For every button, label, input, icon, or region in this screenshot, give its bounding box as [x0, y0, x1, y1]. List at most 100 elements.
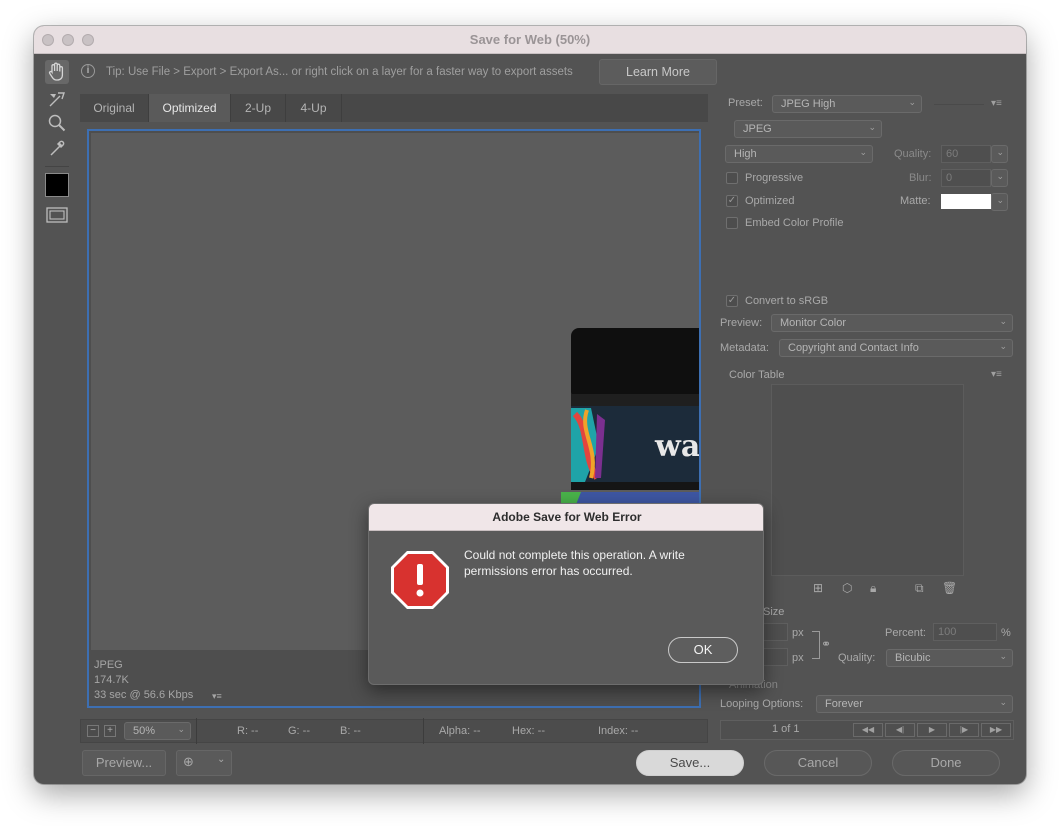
index-value: Index: --: [598, 725, 639, 737]
chevron-down-icon: ⌄: [868, 122, 876, 132]
blue-value: B: --: [340, 725, 361, 737]
first-frame-button[interactable]: ◀◀: [853, 723, 883, 737]
map-selected-colors-icon[interactable]: ⊞: [813, 581, 823, 595]
constrain-bracket: [812, 631, 820, 659]
metadata-label: Metadata:: [720, 342, 769, 354]
zoom-out-button[interactable]: −: [87, 725, 99, 737]
cancel-button[interactable]: Cancel: [764, 750, 872, 776]
trash-icon[interactable]: 🗑︎: [942, 581, 957, 595]
format-select[interactable]: JPEG ⌄: [734, 120, 882, 138]
download-speed-menu-icon[interactable]: ▾≡: [212, 691, 226, 701]
browser-select[interactable]: ⊕ ⌄: [176, 750, 232, 776]
dialog-message: Could not complete this operation. A wri…: [464, 548, 685, 578]
optimize-menu-icon[interactable]: ▾≡: [991, 98, 1002, 109]
tab-original[interactable]: Original: [80, 94, 149, 122]
zoom-level-value: 50%: [133, 725, 156, 737]
preview-label: Preview:: [720, 317, 763, 329]
link-icon[interactable]: ⚭: [821, 637, 831, 651]
stop-sign-error-icon: [391, 551, 449, 609]
divider: [423, 718, 424, 744]
quality-preset-select[interactable]: High ⌄: [725, 145, 873, 163]
resample-quality-value: Bicubic: [895, 652, 931, 664]
metadata-select[interactable]: Copyright and Contact Info ⌄: [779, 339, 1013, 357]
looping-label: Looping Options:: [720, 698, 804, 710]
optimized-checkbox[interactable]: ✓: [726, 195, 738, 207]
progressive-label: Progressive: [745, 172, 804, 184]
chevron-down-icon: ⌄: [999, 316, 1007, 326]
save-button[interactable]: Save...: [636, 750, 744, 776]
done-button[interactable]: Done: [892, 750, 1000, 776]
download-time: 33 sec @ 56.6 Kbps: [94, 689, 194, 701]
quality-preset-value: High: [734, 148, 757, 160]
blur-label: Blur:: [909, 172, 932, 184]
progressive-checkbox[interactable]: [726, 172, 738, 184]
green-value: G: --: [288, 725, 310, 737]
embed-color-profile-label: Embed Color Profile: [745, 217, 844, 229]
zoom-in-button[interactable]: +: [104, 725, 116, 737]
optimized-label: Optimized: [745, 195, 795, 207]
preset-select[interactable]: JPEG High ⌄: [772, 95, 922, 113]
browser-icon: ⊕: [183, 754, 194, 769]
chevron-down-icon: ⌄: [996, 171, 1004, 181]
matte-label: Matte:: [900, 195, 931, 207]
toggle-slices-visibility-icon[interactable]: [45, 203, 69, 227]
color-table-label: Color Table: [729, 369, 785, 381]
resample-quality-label: Quality:: [838, 652, 876, 664]
window-title: Save for Web (50%): [469, 32, 591, 47]
quality-slider-button[interactable]: ⌄: [991, 145, 1008, 163]
blur-input[interactable]: 0: [941, 169, 991, 187]
jar-brand-text: wa: [655, 429, 699, 464]
output-format: JPEG: [94, 659, 123, 671]
convert-srgb-label: Convert to sRGB: [745, 295, 829, 307]
divider: [196, 718, 197, 744]
lock-color-icon[interactable]: 🔒︎: [870, 581, 876, 596]
convert-srgb-checkbox[interactable]: ✓: [726, 295, 738, 307]
eyedropper-tool-icon[interactable]: [45, 136, 69, 160]
percent-label: Percent:: [885, 627, 926, 639]
title-bar: Save for Web (50%): [34, 26, 1026, 54]
play-button[interactable]: ▶: [917, 723, 947, 737]
view-tabs: Original Optimized 2-Up 4-Up: [80, 94, 708, 122]
quality-input[interactable]: 60: [941, 145, 991, 163]
matte-select-button[interactable]: ⌄: [991, 193, 1008, 211]
embed-color-profile-checkbox[interactable]: [726, 217, 738, 229]
color-table-menu-icon[interactable]: ▾≡: [991, 369, 1002, 380]
chevron-down-icon: ⌄: [177, 724, 185, 734]
output-file-size: 174.7K: [94, 674, 129, 686]
resample-quality-select[interactable]: Bicubic ⌄: [886, 649, 1013, 667]
previous-frame-button[interactable]: ◀|: [885, 723, 915, 737]
zoom-level-select[interactable]: 50% ⌄: [124, 722, 191, 740]
learn-more-button[interactable]: Learn More: [599, 59, 717, 85]
shift-web-safe-icon[interactable]: ⬡: [842, 581, 852, 595]
percent-input[interactable]: 100: [933, 623, 997, 641]
metadata-value: Copyright and Contact Info: [788, 342, 919, 354]
tab-optimized[interactable]: Optimized: [149, 94, 231, 122]
save-for-web-window: Save for Web (50%) i Tip: Use File > Exp…: [34, 26, 1026, 784]
last-frame-button[interactable]: ▶▶: [981, 723, 1011, 737]
slice-select-tool-icon[interactable]: [45, 87, 69, 111]
blur-slider-button[interactable]: ⌄: [991, 169, 1008, 187]
frame-counter: 1 of 1: [772, 723, 800, 735]
red-value: R: --: [237, 725, 259, 737]
zoom-tool-icon[interactable]: [45, 111, 69, 135]
height-unit: px: [792, 652, 804, 664]
hand-tool-icon[interactable]: [45, 60, 69, 84]
eyedropper-color-swatch[interactable]: [45, 173, 69, 197]
tab-4-up[interactable]: 4-Up: [286, 94, 342, 122]
matte-color-swatch[interactable]: [941, 194, 991, 209]
tab-2-up[interactable]: 2-Up: [231, 94, 286, 122]
chevron-down-icon: ⌄: [999, 341, 1007, 351]
preview-in-browser-button[interactable]: Preview...: [82, 750, 166, 776]
chevron-down-icon: ⌄: [996, 147, 1004, 157]
ok-button[interactable]: OK: [668, 637, 738, 663]
looping-select[interactable]: Forever ⌄: [816, 695, 1013, 713]
chevron-down-icon: ⌄: [999, 651, 1007, 661]
alpha-value: Alpha: --: [439, 725, 481, 737]
color-table[interactable]: [771, 384, 964, 576]
divider: [934, 104, 984, 105]
next-frame-button[interactable]: |▶: [949, 723, 979, 737]
preview-select[interactable]: Monitor Color ⌄: [771, 314, 1013, 332]
new-color-icon[interactable]: ⧉: [915, 581, 924, 596]
image-size-label: Size: [763, 606, 785, 618]
preset-label: Preset:: [728, 97, 763, 109]
